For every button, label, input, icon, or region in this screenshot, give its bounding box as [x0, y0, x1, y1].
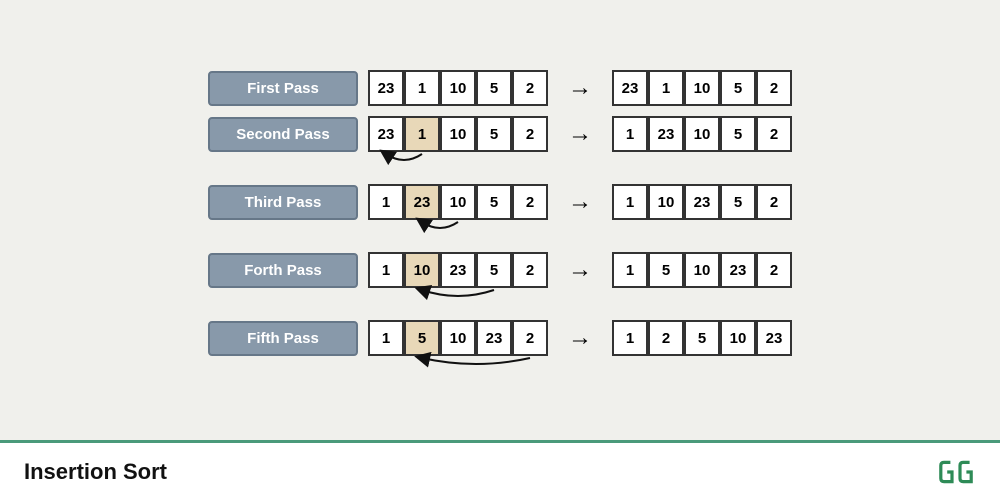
after-cell-1-2: 10 — [684, 116, 720, 152]
after-cell-3-1: 5 — [648, 252, 684, 288]
gfg-logo — [936, 456, 976, 488]
before-cell-3-2: 23 — [440, 252, 476, 288]
before-cell-4-1: 5 — [404, 320, 440, 356]
after-cell-1-1: 23 — [648, 116, 684, 152]
after-cell-1-0: 1 — [612, 116, 648, 152]
after-cell-2-2: 23 — [684, 184, 720, 220]
after-cell-2-1: 10 — [648, 184, 684, 220]
before-cell-2-0: 1 — [368, 184, 404, 220]
after-cell-0-0: 23 — [612, 70, 648, 106]
arrow-right-3: → — [568, 256, 592, 284]
after-cell-2-0: 1 — [612, 184, 648, 220]
before-cell-2-4: 2 — [512, 184, 548, 220]
before-array-0: 2311052 — [368, 70, 548, 106]
curve-svg-2 — [208, 220, 708, 242]
before-cell-4-3: 23 — [476, 320, 512, 356]
before-cell-2-1: 23 — [404, 184, 440, 220]
arrow-right-2: → — [568, 188, 592, 216]
after-cell-4-3: 10 — [720, 320, 756, 356]
after-cell-2-3: 5 — [720, 184, 756, 220]
pass-row-4: Fifth Pass1510232→1251023 — [208, 320, 792, 378]
before-array-4: 1510232 — [368, 320, 548, 356]
before-cell-0-2: 10 — [440, 70, 476, 106]
before-cell-3-4: 2 — [512, 252, 548, 288]
pass-row-1: Second Pass2311052→1231052 — [208, 116, 792, 174]
curve-svg-4 — [208, 356, 708, 378]
curve-svg-1 — [208, 152, 708, 174]
after-array-4: 1251023 — [612, 320, 792, 356]
footer-title: Insertion Sort — [24, 459, 167, 485]
before-cell-3-0: 1 — [368, 252, 404, 288]
after-cell-1-4: 2 — [756, 116, 792, 152]
before-cell-4-0: 1 — [368, 320, 404, 356]
pass-row-2: Third Pass1231052→1102352 — [208, 184, 792, 242]
before-cell-3-1: 10 — [404, 252, 440, 288]
after-cell-4-4: 23 — [756, 320, 792, 356]
before-cell-1-1: 1 — [404, 116, 440, 152]
pass-label-3: Forth Pass — [208, 253, 358, 288]
before-array-3: 1102352 — [368, 252, 548, 288]
before-cell-2-2: 10 — [440, 184, 476, 220]
pass-row-3: Forth Pass1102352→1510232 — [208, 252, 792, 310]
before-array-1: 2311052 — [368, 116, 548, 152]
main-area: First Pass2311052→2311052Second Pass2311… — [0, 0, 1000, 440]
arrow-right-4: → — [568, 324, 592, 352]
after-array-3: 1510232 — [612, 252, 792, 288]
after-cell-3-4: 2 — [756, 252, 792, 288]
after-cell-1-3: 5 — [720, 116, 756, 152]
before-cell-2-3: 5 — [476, 184, 512, 220]
before-cell-1-0: 23 — [368, 116, 404, 152]
before-cell-1-2: 10 — [440, 116, 476, 152]
after-cell-2-4: 2 — [756, 184, 792, 220]
after-cell-0-4: 2 — [756, 70, 792, 106]
after-cell-3-0: 1 — [612, 252, 648, 288]
after-cell-3-3: 23 — [720, 252, 756, 288]
before-cell-0-4: 2 — [512, 70, 548, 106]
after-array-2: 1102352 — [612, 184, 792, 220]
footer: Insertion Sort — [0, 440, 1000, 500]
pass-row-0: First Pass2311052→2311052 — [208, 70, 792, 106]
after-cell-4-2: 5 — [684, 320, 720, 356]
after-array-1: 1231052 — [612, 116, 792, 152]
after-array-0: 2311052 — [612, 70, 792, 106]
before-cell-3-3: 5 — [476, 252, 512, 288]
pass-label-4: Fifth Pass — [208, 321, 358, 356]
before-cell-0-3: 5 — [476, 70, 512, 106]
after-cell-4-0: 1 — [612, 320, 648, 356]
before-cell-4-4: 2 — [512, 320, 548, 356]
curve-svg-3 — [208, 288, 708, 310]
arrow-right-1: → — [568, 120, 592, 148]
after-cell-3-2: 10 — [684, 252, 720, 288]
pass-label-0: First Pass — [208, 71, 358, 106]
before-array-2: 1231052 — [368, 184, 548, 220]
after-cell-0-2: 10 — [684, 70, 720, 106]
before-cell-4-2: 10 — [440, 320, 476, 356]
after-cell-0-1: 1 — [648, 70, 684, 106]
before-cell-0-0: 23 — [368, 70, 404, 106]
pass-label-1: Second Pass — [208, 117, 358, 152]
pass-label-2: Third Pass — [208, 185, 358, 220]
after-cell-0-3: 5 — [720, 70, 756, 106]
before-cell-0-1: 1 — [404, 70, 440, 106]
before-cell-1-3: 5 — [476, 116, 512, 152]
before-cell-1-4: 2 — [512, 116, 548, 152]
arrow-right-0: → — [568, 74, 592, 102]
after-cell-4-1: 2 — [648, 320, 684, 356]
